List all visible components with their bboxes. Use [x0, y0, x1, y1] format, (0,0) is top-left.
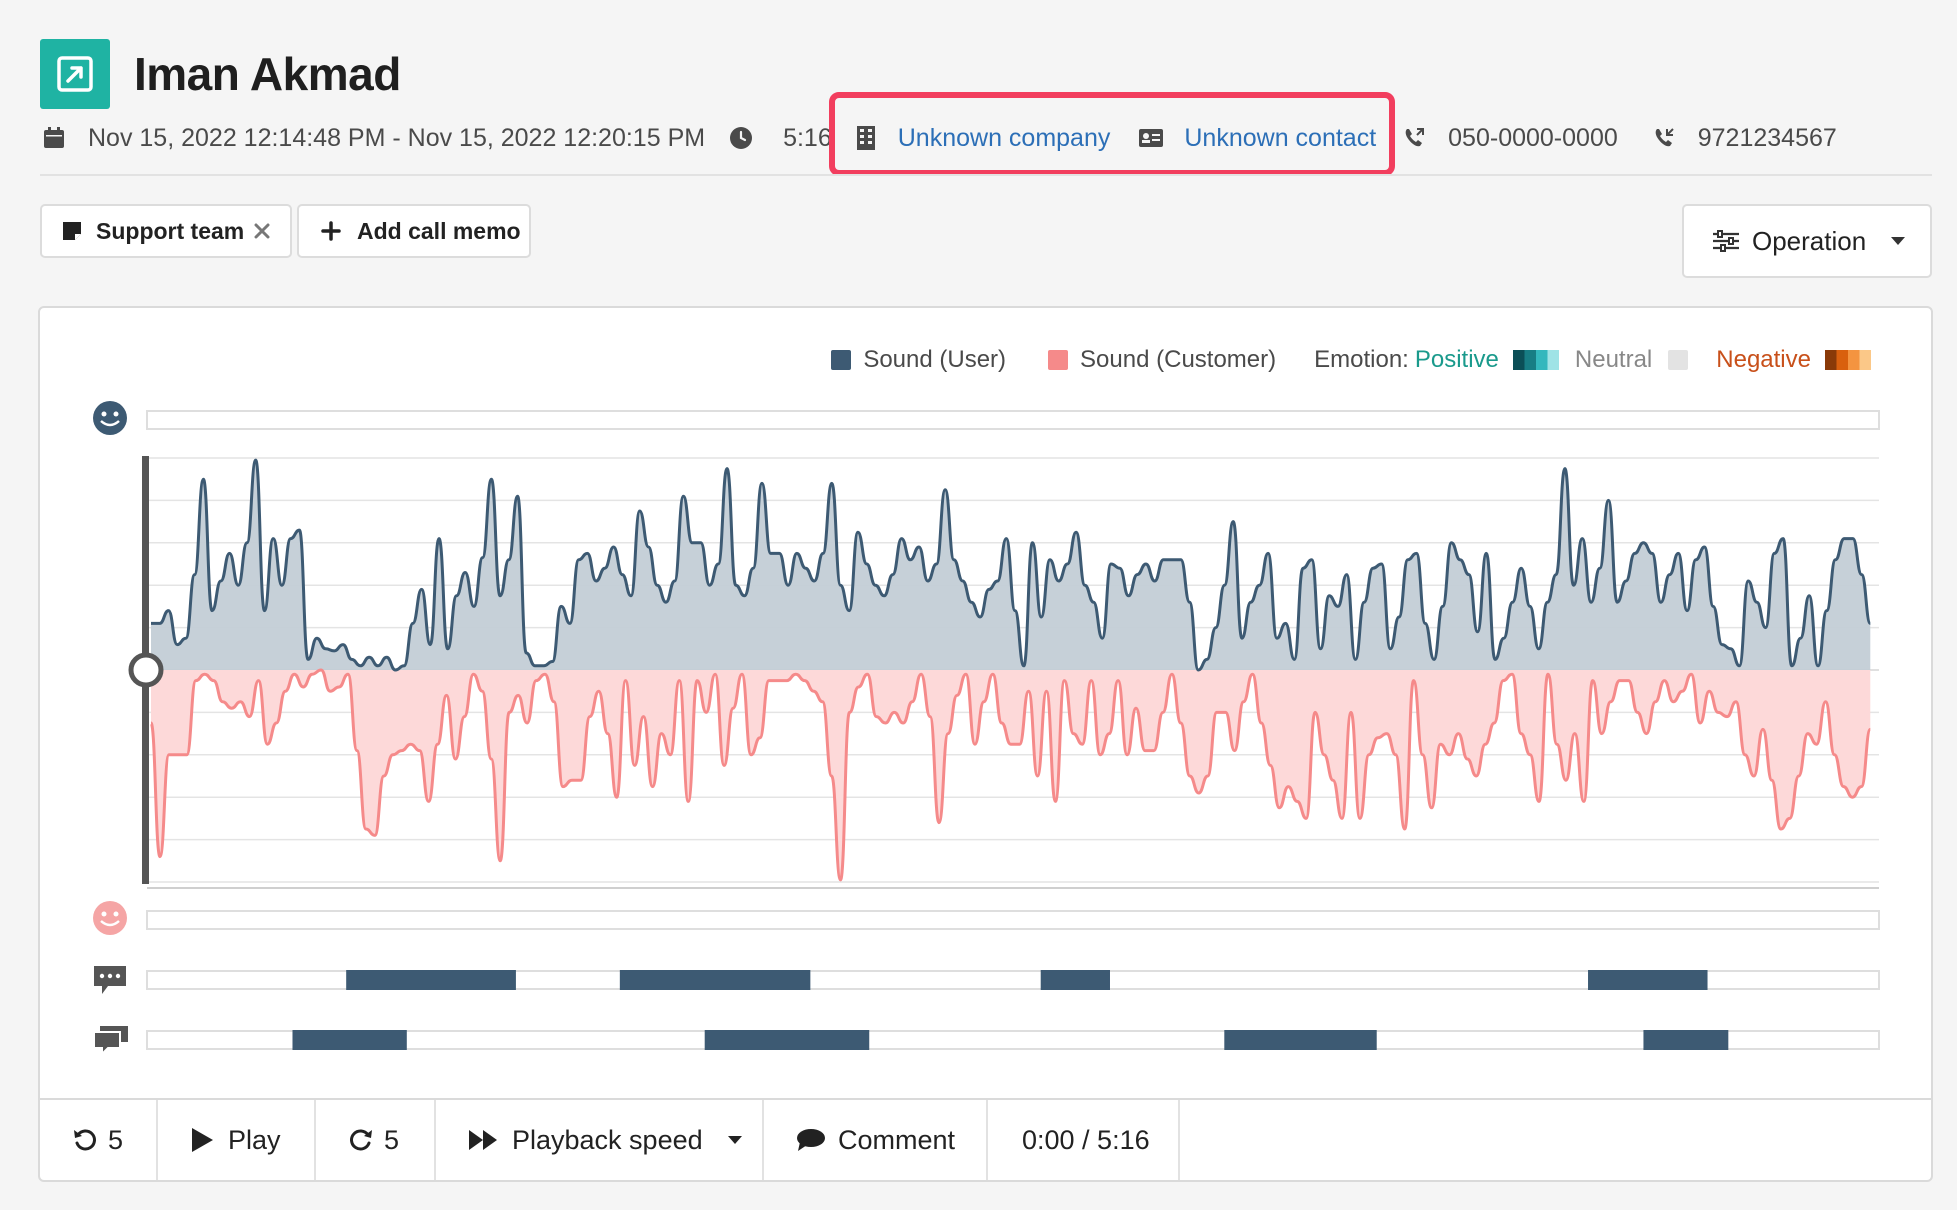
contact[interactable]: Unknown contact [1138, 124, 1376, 153]
customer-emotion-track [146, 910, 1880, 930]
duration: 5:16 [729, 124, 832, 153]
talk-segment[interactable] [1588, 970, 1708, 990]
sound-chart [93, 401, 1880, 1057]
operation-dropdown[interactable]: Operation [1682, 204, 1932, 278]
date-range: Nov 15, 2022 12:14:48 PM - Nov 15, 2022 … [42, 124, 705, 153]
rewind-button[interactable]: 5 [40, 1100, 158, 1180]
sound-analysis-card: Sound (User) Sound (Customer) Emotion: P… [38, 306, 1933, 1182]
playhead-handle[interactable] [128, 652, 164, 688]
sliders-icon [1713, 230, 1739, 252]
playback-speed-dropdown[interactable]: Playback speed [436, 1100, 764, 1180]
building-icon [856, 126, 875, 150]
talk-segment[interactable] [1643, 1030, 1729, 1050]
call-meta-row: Nov 15, 2022 12:14:48 PM - Nov 15, 2022 … [42, 118, 1837, 158]
talk-segment[interactable] [292, 1030, 407, 1050]
time-label: 0:00 / 5:16 [1022, 1124, 1150, 1155]
contact-card-icon [1139, 129, 1164, 147]
player-bar: 5 Play 5 Playback speed Comment 0:00 / 5… [40, 1098, 1931, 1180]
incoming-number: 9721234567 [1652, 124, 1837, 153]
talk-segment[interactable] [704, 1030, 870, 1050]
chat-bubbles-icon [93, 1026, 128, 1057]
comment-icon [797, 1129, 825, 1151]
title-row: Iman Akmad [40, 38, 401, 110]
fast-forward-icon [469, 1130, 497, 1150]
date-range-text: Nov 15, 2022 12:14:48 PM - Nov 15, 2022 … [88, 123, 706, 152]
caret-down-icon [727, 1136, 742, 1144]
phone-outgoing-icon [1405, 128, 1425, 147]
comment-button[interactable]: Comment [764, 1100, 988, 1180]
time-display: 0:00 / 5:16 [988, 1100, 1180, 1180]
outgoing-number: 050-0000-0000 [1402, 124, 1618, 153]
operation-label: Operation [1752, 225, 1867, 256]
comment-label: Comment [838, 1124, 956, 1155]
contact-link[interactable]: Unknown contact [1184, 124, 1376, 153]
outgoing-number-text: 050-0000-0000 [1448, 123, 1618, 152]
remove-tag-icon[interactable] [254, 223, 270, 239]
rewind-label: 5 [108, 1124, 124, 1155]
forward-label: 5 [384, 1124, 400, 1155]
talk-segment[interactable] [619, 970, 811, 990]
tag-chip-label: Support team [96, 217, 245, 244]
talk-segment[interactable] [1040, 970, 1110, 990]
company-link[interactable]: Unknown company [898, 124, 1111, 153]
company[interactable]: Unknown company [856, 124, 1111, 153]
plus-icon [321, 221, 341, 241]
add-call-memo-label: Add call memo [357, 217, 521, 244]
play-button[interactable]: Play [158, 1100, 316, 1180]
talk-segment[interactable] [1224, 1030, 1377, 1050]
call-detail-page: Iman Akmad Nov 15, 2022 12:14:48 PM - No… [0, 0, 1957, 1210]
forward-icon [350, 1129, 372, 1151]
header-divider [40, 174, 1932, 176]
chat-dots-icon [94, 966, 126, 994]
rewind-icon [74, 1129, 96, 1151]
play-label: Play [228, 1124, 281, 1155]
external-link-icon[interactable] [40, 39, 110, 109]
talk-segment[interactable] [346, 970, 516, 990]
caret-down-icon [1891, 237, 1906, 245]
calendar-icon [44, 127, 64, 148]
play-icon [192, 1128, 213, 1152]
add-call-memo-button[interactable]: Add call memo [297, 204, 531, 258]
duration-text: 5:16 [783, 123, 832, 152]
forward-button[interactable]: 5 [316, 1100, 436, 1180]
user-emotion-track [146, 410, 1880, 430]
playback-speed-label: Playback speed [512, 1124, 703, 1155]
phone-incoming-icon [1655, 128, 1674, 147]
tag-chip-support-team[interactable]: Support team [40, 204, 292, 258]
page-title: Iman Akmad [134, 48, 401, 100]
customer-emotion-icon [93, 901, 127, 935]
note-icon [63, 222, 81, 240]
incoming-number-text: 9721234567 [1697, 123, 1837, 152]
clock-icon [730, 127, 753, 149]
user-emotion-icon [93, 401, 127, 435]
